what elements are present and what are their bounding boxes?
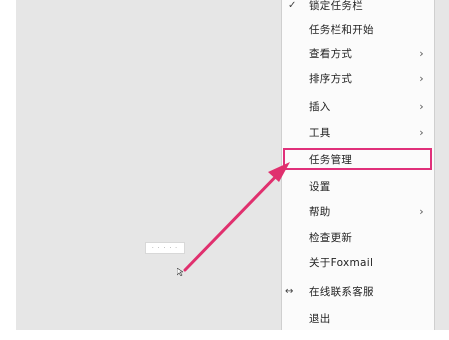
menu-item-taskbar-start[interactable]: 任务栏和开始 <box>282 18 434 40</box>
menu-item-exit[interactable]: 退出 <box>282 307 434 329</box>
menu-item-online-support[interactable]: ↔ 在线联系客服 <box>282 280 434 302</box>
menu-item-about[interactable]: 关于Foxmail <box>282 251 434 273</box>
chevron-right-icon: › <box>419 71 424 85</box>
menu-item-view[interactable]: 查看方式 › <box>282 42 434 64</box>
chevron-right-icon: › <box>419 204 424 218</box>
menu-item-label: 在线联系客服 <box>309 285 374 298</box>
menu-item-label: 插入 <box>309 100 331 113</box>
menu-item-sort[interactable]: 排序方式 › <box>282 67 434 89</box>
menu-item-label: 帮助 <box>309 205 331 218</box>
chevron-right-icon: › <box>419 99 424 113</box>
cursor-icon <box>177 268 183 276</box>
menu-item-label: 关于Foxmail <box>309 256 374 269</box>
menu-item-label: 任务栏和开始 <box>309 23 374 36</box>
menu-item-label: 工具 <box>309 126 331 139</box>
menu-item-label: 退出 <box>309 312 331 325</box>
check-icon: ✓ <box>288 0 297 11</box>
menu-item-label: 设置 <box>309 180 331 193</box>
chevron-right-icon: › <box>419 125 424 139</box>
menu-item-label: 检查更新 <box>309 231 353 244</box>
menu-item-label: 查看方式 <box>309 47 353 60</box>
menu-item-tools[interactable]: 工具 › <box>282 121 434 143</box>
menu-item-insert[interactable]: 插入 › <box>282 95 434 117</box>
menu-item-label: 排序方式 <box>309 72 353 85</box>
highlight-frame <box>283 148 432 170</box>
menu-item-settings[interactable]: 设置 <box>282 175 434 197</box>
arrow-icon: ↔ <box>285 285 294 297</box>
menu-item-label: 锁定任务栏 <box>309 0 363 12</box>
menu-item-lock-taskbar[interactable]: ✓ 锁定任务栏 <box>282 0 434 16</box>
menu-item-help[interactable]: 帮助 › <box>282 200 434 222</box>
menu-item-check-update[interactable]: 检查更新 <box>282 226 434 248</box>
tooltip-label: · · · · · <box>145 242 185 254</box>
chevron-right-icon: › <box>419 46 424 60</box>
